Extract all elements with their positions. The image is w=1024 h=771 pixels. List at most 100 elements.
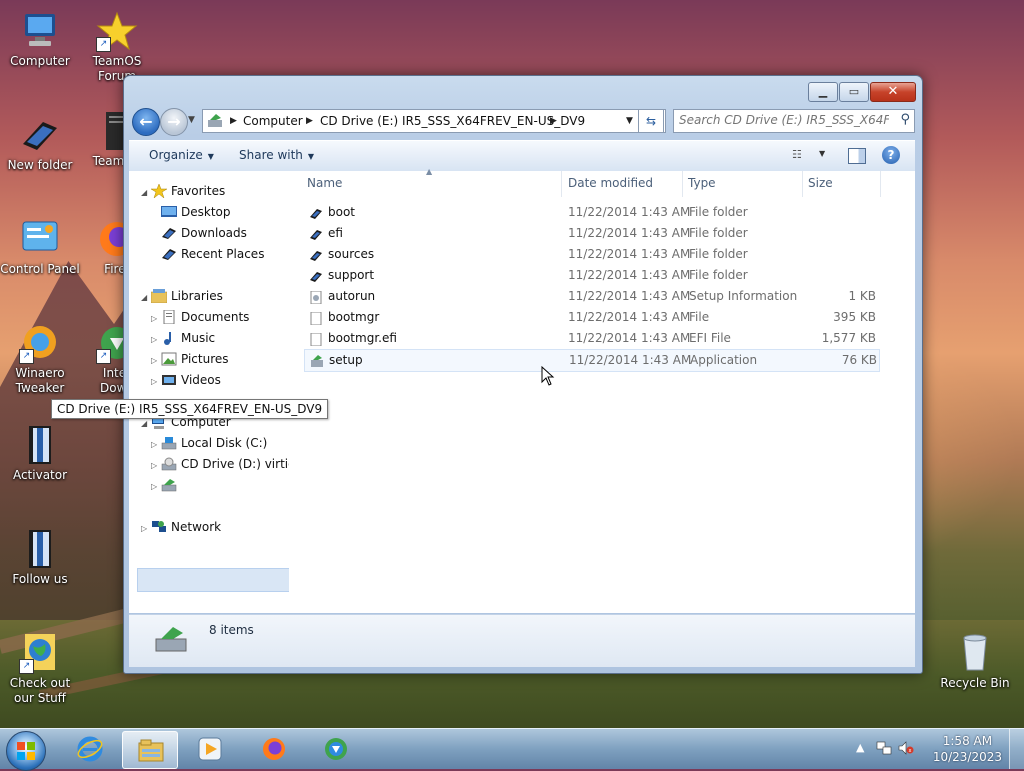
- internet-explorer-icon: [77, 736, 103, 762]
- desktop-icon-new-folder[interactable]: New folder: [0, 114, 80, 173]
- file-row-bootmgr-efi[interactable]: bootmgr.efi 11/22/2014 1:43 AM EFI File 1,5…: [304, 328, 878, 349]
- file-row-autorun[interactable]: autorun 11/22/2014 1:43 AM Setup Informati…: [304, 286, 878, 307]
- expand-arrow-icon[interactable]: ▷: [141, 519, 151, 539]
- view-dropdown-icon[interactable]: ▼: [819, 149, 825, 158]
- preview-pane-icon[interactable]: [848, 148, 866, 164]
- file-name: boot: [328, 205, 356, 219]
- expand-arrow-icon[interactable]: ▷: [151, 372, 161, 392]
- file-row-sources[interactable]: sources 11/22/2014 1:43 AM File folder: [304, 244, 878, 265]
- nav-desktop[interactable]: Desktop: [161, 202, 231, 222]
- file-row-bootmgr[interactable]: bootmgr 11/22/2014 1:43 AM File 395 KB: [304, 307, 878, 328]
- taskbar-windows-explorer[interactable]: [122, 731, 178, 769]
- expand-arrow-icon[interactable]: ◢: [141, 288, 151, 308]
- folder-icon: [310, 227, 322, 240]
- expand-arrow-icon[interactable]: ◢: [141, 183, 151, 203]
- taskbar-firefox[interactable]: [246, 731, 300, 767]
- navigation-pane: ◢ Favorites Desktop Downloads Recent Plac…: [129, 171, 290, 613]
- chevron-down-icon: ▼: [307, 152, 315, 161]
- expand-arrow-icon[interactable]: ▷: [151, 309, 161, 329]
- forward-button[interactable]: →: [160, 108, 188, 136]
- expand-arrow-icon[interactable]: ▷: [151, 330, 161, 350]
- share-with-button[interactable]: Share with ▼: [239, 141, 314, 171]
- desktop-icon-computer[interactable]: Computer: [0, 10, 80, 69]
- breadcrumb-computer[interactable]: Computer: [243, 110, 303, 132]
- network-tray-icon[interactable]: [876, 741, 892, 758]
- start-button[interactable]: [6, 731, 46, 771]
- desktop-icon-follow-us[interactable]: Follow us: [0, 528, 80, 587]
- back-button[interactable]: ←: [132, 108, 160, 136]
- chevron-right-icon[interactable]: ▶: [550, 110, 557, 132]
- volume-muted-icon[interactable]: x: [898, 741, 914, 758]
- shortcut-arrow-icon: ↗: [19, 659, 34, 674]
- arrow-right-icon: →: [167, 112, 181, 131]
- help-icon[interactable]: ?: [882, 146, 900, 164]
- chevron-right-icon[interactable]: ▶: [230, 110, 237, 132]
- nav-favorites[interactable]: ◢ Favorites: [141, 181, 225, 201]
- nav-libraries[interactable]: ◢ Libraries: [141, 286, 223, 306]
- nav-downloads[interactable]: Downloads: [161, 223, 247, 243]
- chevron-right-icon[interactable]: ▶: [306, 110, 313, 132]
- breadcrumb-cd-drive[interactable]: CD Drive (E:) IR5_SSS_X64FREV_EN-US_DV9: [320, 110, 585, 132]
- address-bar[interactable]: ▶ Computer ▶ CD Drive (E:) IR5_SSS_X64FR…: [202, 109, 666, 133]
- desktop-icon-control-panel[interactable]: Control Panel: [0, 218, 80, 277]
- column-header-type[interactable]: Type: [688, 171, 803, 197]
- maximize-button[interactable]: ▭: [839, 82, 869, 102]
- expand-arrow-icon[interactable]: ▷: [151, 477, 161, 497]
- expand-arrow-icon[interactable]: ▷: [151, 435, 161, 455]
- desktop-icon-teamos-forum[interactable]: ↗ TeamOS Forum: [77, 10, 157, 84]
- refresh-button[interactable]: ⇆: [638, 109, 664, 133]
- nav-music[interactable]: ▷ Music: [151, 328, 215, 348]
- desktop-icon-recycle-bin[interactable]: Recycle Bin: [935, 632, 1015, 691]
- file-row-setup[interactable]: setup 11/22/2014 1:43 AM Application 76 KB: [304, 349, 880, 372]
- cd-drive-icon: [161, 478, 177, 492]
- recent-pages-dropdown[interactable]: ▼: [188, 115, 195, 125]
- minimize-icon: ▁: [818, 85, 828, 98]
- nav-videos[interactable]: ▷ Videos: [151, 370, 221, 390]
- file-type: File: [689, 310, 710, 324]
- clock[interactable]: 1:58 AM 10/23/2023: [933, 733, 1002, 765]
- column-header-size[interactable]: Size: [808, 171, 881, 197]
- nav-documents[interactable]: ▷ Documents: [151, 307, 249, 327]
- minimize-button[interactable]: ▁: [808, 82, 838, 102]
- taskbar-media-player[interactable]: [182, 731, 236, 767]
- desktop-icon-check-out-our-stuff[interactable]: ↗ Check out our Stuff: [0, 632, 80, 706]
- hard-drive-icon: [161, 436, 177, 450]
- column-header-date-modified[interactable]: Date modified: [568, 171, 683, 197]
- search-icon[interactable]: ⚲: [900, 112, 910, 127]
- organize-button[interactable]: Organize ▼: [149, 141, 214, 171]
- close-button[interactable]: ✕: [870, 82, 916, 102]
- nav-recent-places[interactable]: Recent Places: [161, 244, 264, 264]
- desktop-icon-winaero-tweaker[interactable]: ↗ Winaero Tweaker: [0, 322, 80, 396]
- file-size: 1 KB: [848, 289, 876, 303]
- nav-pictures[interactable]: ▷ Pictures: [151, 349, 229, 369]
- expand-arrow-icon[interactable]: ▷: [151, 351, 161, 371]
- nav-cd-drive-e[interactable]: ▷: [151, 475, 181, 495]
- view-options-icon[interactable]: ☷: [792, 148, 808, 162]
- file-row-efi[interactable]: efi 11/22/2014 1:43 AM File folder: [304, 223, 878, 244]
- search-input[interactable]: [679, 110, 889, 130]
- folder-icon: [310, 206, 322, 219]
- search-box[interactable]: ⚲: [673, 109, 915, 133]
- column-header-name[interactable]: Name: [307, 171, 562, 197]
- taskbar-internet-explorer[interactable]: [62, 731, 116, 767]
- media-player-icon: [198, 737, 222, 761]
- settings-file-icon: [310, 290, 322, 305]
- nav-selection-highlight: [137, 568, 289, 592]
- file-row-support[interactable]: support 11/22/2014 1:43 AM File folder: [304, 265, 878, 286]
- taskbar-download-manager[interactable]: [308, 731, 362, 767]
- expand-arrow-icon[interactable]: ▷: [151, 456, 161, 476]
- nav-local-disk-c[interactable]: ▷ Local Disk (C:): [151, 433, 267, 453]
- nav-network[interactable]: ▷ Network: [141, 517, 221, 537]
- show-hidden-icons-button[interactable]: ▲: [856, 741, 864, 754]
- file-name: bootmgr.efi: [328, 331, 397, 345]
- desktop-icon-activator[interactable]: Activator: [0, 424, 80, 483]
- explorer-window[interactable]: ▁ ▭ ✕ ← → ▼ ▶ Computer ▶ CD Drive (E:) I…: [123, 75, 923, 674]
- file-size: 1,577 KB: [821, 331, 876, 345]
- navigation-bar: ← → ▼ ▶ Computer ▶ CD Drive (E:) IR5_SSS…: [130, 106, 916, 136]
- address-dropdown-icon[interactable]: ▼: [626, 110, 633, 132]
- file-type: EFI File: [689, 331, 731, 345]
- desktop-icon: [161, 205, 177, 219]
- show-desktop-button[interactable]: [1009, 729, 1024, 769]
- nav-cd-drive-d[interactable]: ▷CD Drive (D:) virtio-w: [151, 454, 289, 476]
- file-row-boot[interactable]: boot 11/22/2014 1:43 AM File folder: [304, 202, 878, 223]
